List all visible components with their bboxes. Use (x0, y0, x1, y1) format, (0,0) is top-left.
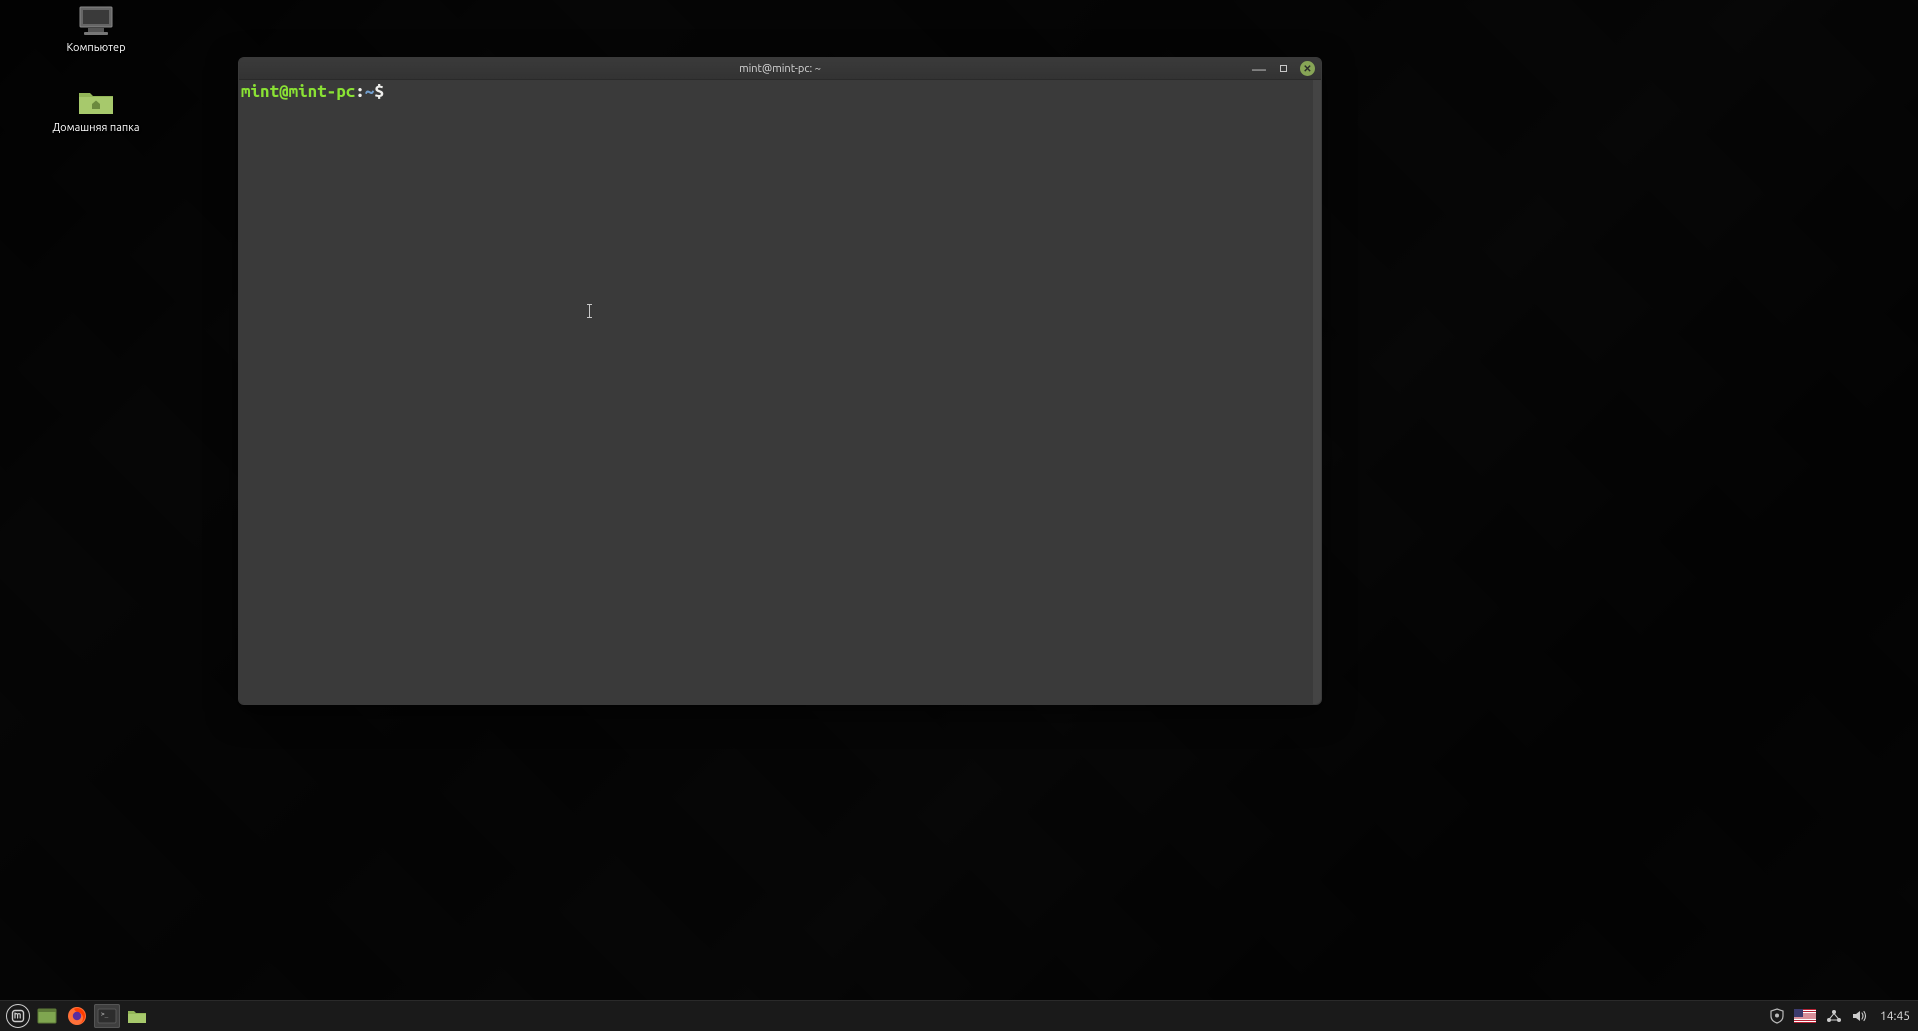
network-icon (1826, 1009, 1842, 1023)
prompt-colon: : (355, 82, 365, 101)
prompt-user-host: mint@mint-pc (241, 82, 355, 101)
tray-shield[interactable] (1770, 1008, 1784, 1024)
terminal-prompt: mint@mint-pc:~$ (241, 82, 1319, 102)
text-cursor-icon (589, 304, 590, 318)
desktop-icon-computer[interactable]: Компьютер (48, 4, 144, 54)
desktop-icon-label: Компьютер (66, 42, 125, 54)
start-menu-button[interactable] (6, 1004, 30, 1028)
window-controls: — ✕ (1252, 61, 1315, 76)
taskbar: >_ (0, 1000, 1918, 1031)
desktop-icons: Компьютер Домашняя папка (48, 4, 144, 134)
linux-mint-logo-icon (11, 1009, 25, 1023)
window-title: mint@mint-pc: ~ (239, 63, 1321, 75)
svg-text:>_: >_ (101, 1011, 109, 1018)
close-button[interactable]: ✕ (1300, 61, 1315, 76)
tray-volume[interactable] (1852, 1008, 1868, 1024)
taskbar-firefox[interactable] (64, 1004, 90, 1028)
terminal-scrollbar[interactable] (1313, 80, 1321, 704)
volume-icon (1852, 1009, 1868, 1023)
taskbar-clock[interactable]: 14:45 (1880, 1010, 1910, 1023)
tray-network[interactable] (1826, 1008, 1842, 1024)
us-flag-icon (1794, 1009, 1816, 1023)
home-folder-icon (74, 84, 118, 120)
taskbar-files[interactable] (124, 1004, 150, 1028)
prompt-path: ~ (365, 82, 375, 101)
maximize-button[interactable] (1276, 62, 1290, 76)
computer-icon (74, 4, 118, 40)
taskbar-left: >_ (6, 1004, 150, 1028)
prompt-symbol: $ (374, 82, 384, 101)
terminal-body[interactable]: mint@mint-pc:~$ (239, 80, 1321, 704)
desktop-icon-home-folder[interactable]: Домашняя папка (48, 84, 144, 134)
terminal-window: mint@mint-pc: ~ — ✕ mint@mint-pc:~$ (238, 57, 1322, 705)
firefox-icon (67, 1006, 87, 1026)
files-icon (127, 1008, 147, 1024)
taskbar-right: 14:45 (1770, 1008, 1912, 1024)
show-desktop-icon (37, 1008, 57, 1024)
tray-keyboard-layout[interactable] (1794, 1008, 1816, 1024)
terminal-icon: >_ (97, 1008, 117, 1024)
minimize-button[interactable]: — (1252, 62, 1266, 76)
taskbar-show-desktop[interactable] (34, 1004, 60, 1028)
shield-icon (1770, 1008, 1784, 1024)
taskbar-terminal[interactable]: >_ (94, 1004, 120, 1028)
window-titlebar[interactable]: mint@mint-pc: ~ — ✕ (239, 58, 1321, 80)
desktop-icon-label: Домашняя папка (52, 122, 139, 134)
